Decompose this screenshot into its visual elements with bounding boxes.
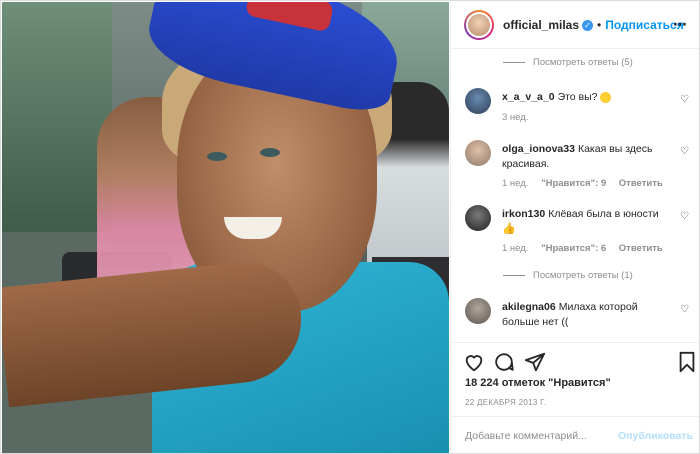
photo-eye-right	[260, 148, 280, 157]
comment-text: olga_ionova33 Какая вы здесь красивая.	[502, 143, 653, 170]
comment-likes[interactable]: "Нравится": 9	[541, 178, 606, 189]
commenter-username[interactable]: olga_ionova33	[502, 143, 575, 155]
share-icon[interactable]	[524, 351, 546, 373]
comment-meta: 1 нед. "Нравится": 9 Ответить	[502, 178, 673, 189]
comment-meta: 3 нед.	[502, 112, 538, 123]
heart-icon[interactable]	[463, 351, 485, 373]
more-icon[interactable]: ⋯	[673, 16, 688, 33]
like-comment-heart-icon[interactable]: ♡	[680, 146, 689, 157]
post-header: official_milas ✓ • Подписаться ⋯	[451, 2, 699, 49]
comment-time[interactable]: 1 нед.	[502, 243, 528, 254]
view-replies-button[interactable]: Посмотреть ответы (5)	[503, 57, 633, 68]
comment-text: x_a_v_a_0 Это вы?	[502, 90, 672, 105]
author-username[interactable]: official_milas	[503, 18, 579, 32]
commenter-username[interactable]: x_a_v_a_0	[502, 91, 555, 103]
header-separator: •	[597, 18, 602, 32]
comment-input[interactable]	[465, 429, 615, 442]
post-date[interactable]: 22 ДЕКАБРЯ 2013 Г.	[465, 398, 546, 407]
author-avatar[interactable]	[464, 10, 494, 40]
like-comment-heart-icon[interactable]: ♡	[680, 211, 689, 222]
thumbs-up-emoji-icon: 👍	[502, 223, 516, 235]
comment-text: irkon130 Клёвая была в юности 👍	[502, 208, 659, 235]
comment-time[interactable]: 1 нед.	[502, 178, 528, 189]
commenter-avatar[interactable]	[465, 88, 491, 114]
like-comment-heart-icon[interactable]: ♡	[680, 94, 689, 105]
reply-button[interactable]: Ответить	[619, 243, 663, 254]
comments-list[interactable]: Посмотреть ответы (5) x_a_v_a_0 Это вы? 3…	[451, 50, 699, 342]
comment-likes[interactable]: "Нравится": 6	[541, 243, 606, 254]
post-photo[interactable]	[2, 2, 449, 453]
likes-count[interactable]: 18 224 отметок "Нравится"	[465, 377, 611, 389]
commenter-username[interactable]: irkon130	[502, 208, 545, 220]
commenter-username[interactable]: akilegna06	[502, 301, 556, 313]
comment-time[interactable]: 3 нед.	[502, 112, 528, 123]
bookmark-icon[interactable]	[676, 351, 698, 373]
like-comment-heart-icon[interactable]: ♡	[680, 304, 689, 315]
surprised-emoji-icon	[600, 91, 612, 103]
view-replies-button[interactable]: Посмотреть ответы (1)	[503, 270, 633, 281]
commenter-avatar[interactable]	[465, 140, 491, 166]
comment-icon[interactable]	[493, 351, 515, 373]
post-modal: official_milas ✓ • Подписаться ⋯ Посмотр…	[0, 0, 700, 454]
commenter-avatar[interactable]	[465, 298, 491, 324]
comment-meta: 1 нед. "Нравится": 6 Ответить	[502, 243, 673, 254]
follow-button[interactable]: Подписаться	[605, 18, 683, 32]
photo-eye-left	[207, 152, 227, 161]
post-side-panel: official_milas ✓ • Подписаться ⋯ Посмотр…	[450, 2, 699, 453]
post-actions	[451, 342, 699, 379]
add-comment-bar: Опубликовать	[451, 416, 699, 453]
verified-icon: ✓	[582, 19, 594, 31]
publish-button[interactable]: Опубликовать	[618, 430, 693, 442]
comment-text: akilegna06 Милаха которой больше нет ((	[502, 301, 638, 328]
commenter-avatar[interactable]	[465, 205, 491, 231]
reply-button[interactable]: Ответить	[619, 178, 663, 189]
